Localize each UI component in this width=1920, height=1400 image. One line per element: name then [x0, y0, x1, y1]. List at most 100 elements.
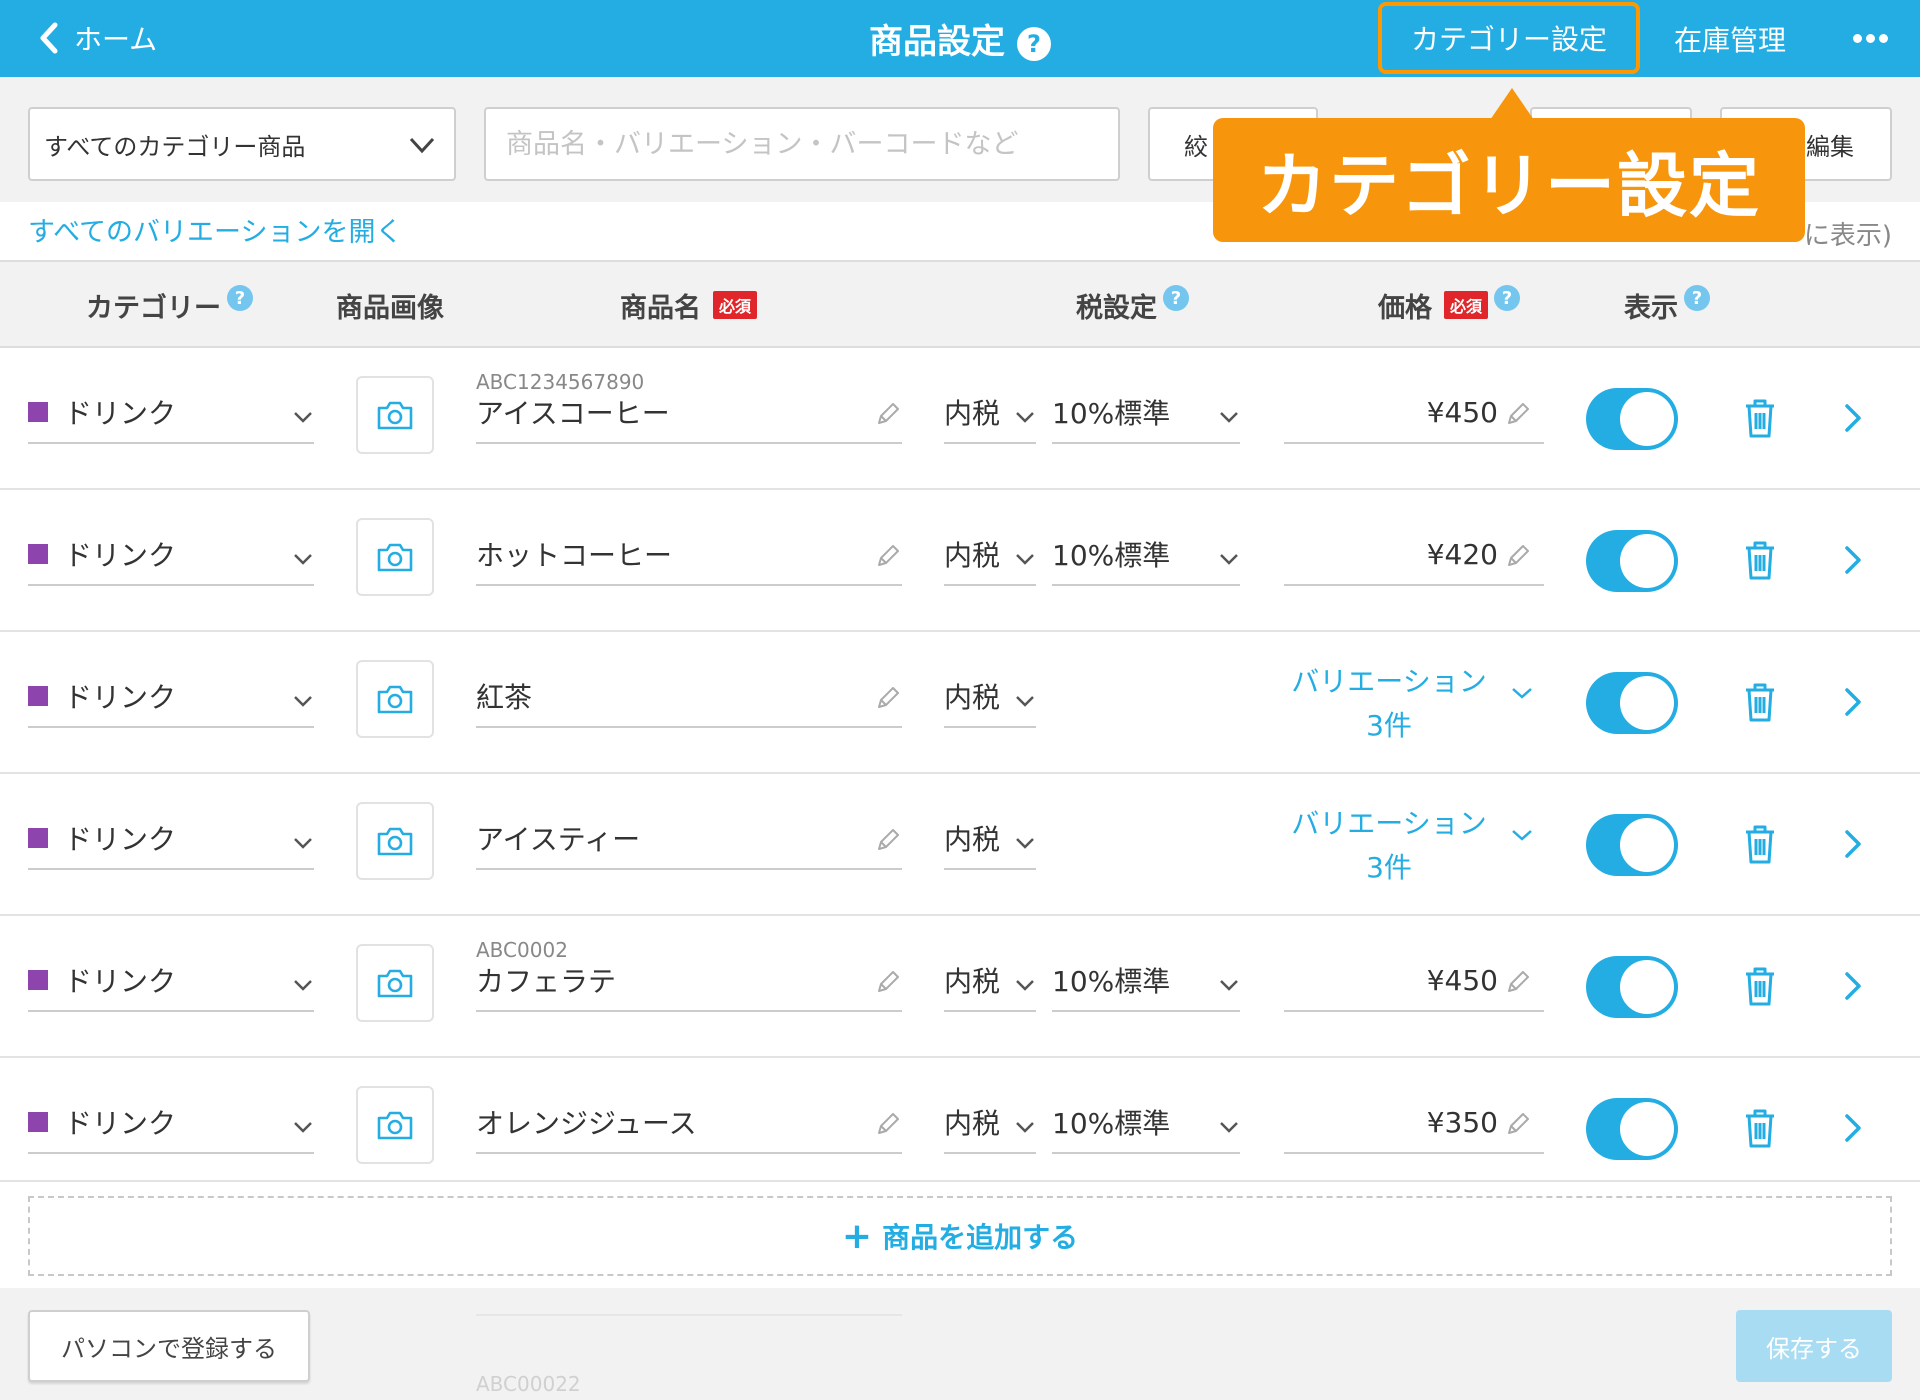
product-image-button[interactable] [356, 1086, 434, 1164]
add-product-button[interactable]: + 商品を追加する [28, 1196, 1892, 1276]
category-select[interactable]: ドリンク [28, 950, 314, 1012]
chevron-right-icon[interactable] [1842, 686, 1864, 718]
open-all-variations-link[interactable]: すべてのバリエーションを開く [28, 210, 403, 249]
chevron-down-icon [1220, 1122, 1238, 1133]
tax-type-select[interactable]: 内税 [944, 1092, 1036, 1154]
product-name: 紅茶 [476, 681, 533, 714]
pencil-icon[interactable] [874, 684, 902, 712]
product-image-button[interactable] [356, 376, 434, 454]
trash-icon[interactable] [1740, 538, 1780, 582]
toggle-knob [1620, 1102, 1674, 1156]
product-name-field[interactable]: アイスコーヒー [476, 382, 902, 444]
product-name-field[interactable]: 紅茶 [476, 666, 902, 728]
visibility-toggle[interactable] [1586, 956, 1678, 1018]
price-field[interactable]: ¥420 [1284, 524, 1544, 586]
tax-type-select[interactable]: 内税 [944, 382, 1036, 444]
pencil-icon[interactable] [874, 400, 902, 428]
category-color-swatch [28, 1112, 48, 1132]
category-label: ドリンク [64, 965, 177, 998]
tax-type-select[interactable]: 内税 [944, 808, 1036, 870]
chevron-right-icon[interactable] [1842, 828, 1864, 860]
pencil-icon[interactable] [874, 826, 902, 854]
page-title-text: 商品設定 [869, 22, 1005, 62]
chevron-right-icon[interactable] [1842, 402, 1864, 434]
chevron-right-icon[interactable] [1842, 1112, 1864, 1144]
variation-toggle[interactable]: バリエーション 3件 [1284, 802, 1544, 888]
header-price-label: 価格 [1378, 292, 1432, 324]
product-name: ホットコーヒー [476, 539, 673, 572]
chevron-right-icon[interactable] [1842, 970, 1864, 1002]
category-filter-select[interactable]: すべてのカテゴリー商品 [28, 107, 456, 181]
help-icon[interactable]: ? [1494, 285, 1521, 311]
category-select[interactable]: ドリンク [28, 808, 314, 870]
category-select[interactable]: ドリンク [28, 666, 314, 728]
visibility-toggle[interactable] [1586, 388, 1678, 450]
product-name-field[interactable]: アイスティー [476, 808, 902, 870]
more-dots-icon[interactable] [1840, 0, 1900, 77]
category-select[interactable]: ドリンク [28, 382, 314, 444]
tax-rate-select[interactable]: 10%標準 [1052, 524, 1240, 586]
product-image-button[interactable] [356, 944, 434, 1022]
search-input[interactable] [484, 107, 1120, 181]
tax-rate-select[interactable]: 10%標準 [1052, 382, 1240, 444]
tax-type-select[interactable]: 内税 [944, 524, 1036, 586]
chevron-down-icon [1016, 554, 1034, 565]
visibility-toggle[interactable] [1586, 530, 1678, 592]
product-name-field[interactable]: カフェラテ [476, 950, 902, 1012]
pencil-icon[interactable] [874, 542, 902, 570]
table-row: ドリンク オレンジジュース 内税 10%標準 ¥350 [0, 1058, 1920, 1200]
pencil-icon[interactable] [1504, 400, 1532, 428]
category-settings-button[interactable]: カテゴリー設定 [1378, 2, 1640, 74]
trash-icon[interactable] [1740, 680, 1780, 724]
help-icon[interactable]: ? [1017, 26, 1051, 61]
app-header: ホーム 商品設定? カテゴリー設定 在庫管理 [0, 0, 1920, 77]
tax-type-value: 内税 [944, 539, 1001, 572]
chevron-down-icon [294, 1122, 312, 1133]
category-select[interactable]: ドリンク [28, 1092, 314, 1154]
trash-icon[interactable] [1740, 822, 1780, 866]
chevron-down-icon [1220, 412, 1238, 423]
visibility-toggle[interactable] [1586, 814, 1678, 876]
visibility-toggle[interactable] [1586, 672, 1678, 734]
pc-register-button[interactable]: パソコンで登録する [28, 1310, 310, 1382]
header-tax-label: 税設定 [1076, 292, 1157, 324]
help-icon[interactable]: ? [227, 285, 253, 311]
tax-rate-value: 10%標準 [1052, 965, 1171, 998]
chevron-down-icon [294, 838, 312, 849]
tax-type-select[interactable]: 内税 [944, 666, 1036, 728]
hidden-row-divider [476, 1314, 902, 1316]
tax-type-select[interactable]: 内税 [944, 950, 1036, 1012]
pencil-icon[interactable] [874, 1110, 902, 1138]
trash-icon[interactable] [1740, 1106, 1780, 1150]
save-button[interactable]: 保存する [1736, 1310, 1892, 1382]
trash-icon[interactable] [1740, 964, 1780, 1008]
category-select[interactable]: ドリンク [28, 524, 314, 586]
required-badge: 必須 [1444, 291, 1489, 319]
camera-icon [377, 969, 413, 998]
header-visible-label: 表示 [1624, 292, 1678, 324]
product-image-button[interactable] [356, 802, 434, 880]
price-field[interactable]: ¥450 [1284, 950, 1544, 1012]
back-button[interactable]: ホーム [38, 18, 157, 58]
product-image-button[interactable] [356, 518, 434, 596]
product-name: カフェラテ [476, 965, 617, 998]
pencil-icon[interactable] [874, 968, 902, 996]
price-field[interactable]: ¥450 [1284, 382, 1544, 444]
help-icon[interactable]: ? [1684, 285, 1710, 311]
product-name-field[interactable]: オレンジジュース [476, 1092, 902, 1154]
pencil-icon[interactable] [1504, 542, 1532, 570]
tax-rate-select[interactable]: 10%標準 [1052, 950, 1240, 1012]
tax-rate-select[interactable]: 10%標準 [1052, 1092, 1240, 1154]
chevron-right-icon[interactable] [1842, 544, 1864, 576]
product-image-button[interactable] [356, 660, 434, 738]
help-icon[interactable]: ? [1163, 285, 1189, 311]
add-product-area: + 商品を追加する [0, 1180, 1920, 1288]
visibility-toggle[interactable] [1586, 1098, 1678, 1160]
price-field[interactable]: ¥350 [1284, 1092, 1544, 1154]
variation-toggle[interactable]: バリエーション 3件 [1284, 660, 1544, 746]
pencil-icon[interactable] [1504, 1110, 1532, 1138]
inventory-button[interactable]: 在庫管理 [1660, 0, 1800, 77]
pencil-icon[interactable] [1504, 968, 1532, 996]
product-name-field[interactable]: ホットコーヒー [476, 524, 902, 586]
trash-icon[interactable] [1740, 396, 1780, 440]
